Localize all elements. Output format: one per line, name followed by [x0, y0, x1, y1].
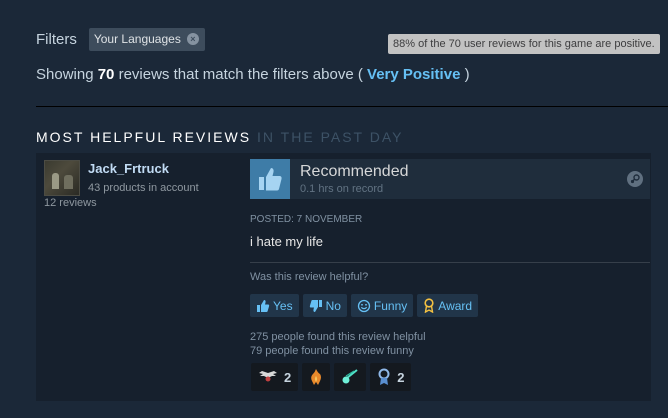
award-item[interactable]: 2 [251, 363, 299, 391]
recommendation-title: Recommended [300, 163, 409, 180]
section-title: MOST HELPFUL REVIEWS IN THE PAST DAY [36, 129, 403, 145]
vote-funny-label: Funny [373, 298, 408, 313]
thumbs-up-icon [257, 299, 270, 312]
summary-prefix: Showing [36, 66, 98, 83]
vote-funny-button[interactable]: Funny [350, 294, 414, 317]
review-count: 70 [97, 66, 115, 83]
divider [250, 262, 650, 263]
award-ribbon-icon [424, 298, 434, 313]
posted-date: POSTED: 7 NOVEMBER [250, 214, 363, 225]
section-title-main: MOST HELPFUL REVIEWS [36, 129, 252, 145]
award-button[interactable]: Award [417, 294, 479, 317]
award-label: Award [438, 298, 473, 313]
summary-suffix: ) [460, 66, 470, 83]
award-item[interactable]: 2 [370, 363, 412, 391]
section-title-period: IN THE PAST DAY [257, 129, 404, 145]
review-card: Jack_Frtruck 43 products in account 12 r… [36, 153, 651, 401]
recommendation-header[interactable]: Recommended 0.1 hrs on record [250, 159, 650, 199]
rating-label[interactable]: Very Positive [367, 66, 460, 83]
thumbs-up-icon [250, 159, 290, 199]
helpful-question: Was this review helpful? [250, 271, 369, 283]
winged-award-icon [259, 371, 277, 382]
helpful-stats: 275 people found this review helpful 79 … [250, 330, 426, 358]
filters-row: Filters Your Languages × [36, 27, 205, 51]
thumbs-down-icon [309, 299, 322, 312]
funny-count-text: 79 people found this review funny [250, 345, 414, 357]
author-products[interactable]: 43 products in account [88, 182, 199, 194]
review-text: i hate my life [250, 234, 323, 249]
hours-on-record: 0.1 hrs on record [300, 183, 384, 195]
filter-chip-label: Your Languages [93, 32, 181, 46]
author-reviews[interactable]: 12 reviews [44, 197, 97, 209]
steam-icon [627, 171, 643, 187]
award-count: 2 [284, 369, 292, 385]
filters-label: Filters [36, 30, 77, 48]
vote-no-button[interactable]: No [302, 294, 347, 317]
avatar-figure [52, 173, 59, 189]
helpful-count-text: 275 people found this review helpful [250, 331, 426, 343]
close-icon[interactable]: × [186, 33, 199, 45]
award-item[interactable] [302, 363, 331, 391]
ribbon-award-icon [378, 368, 390, 385]
summary-middle: reviews that match the filters above ( [114, 66, 368, 83]
avatar[interactable] [44, 160, 80, 196]
award-item[interactable] [334, 363, 367, 391]
author-name[interactable]: Jack_Frtruck [88, 161, 169, 176]
vote-yes-label: Yes [273, 298, 293, 313]
divider [36, 106, 668, 107]
rating-tooltip: 88% of the 70 user reviews for this game… [388, 34, 660, 54]
filter-chip-your-languages[interactable]: Your Languages × [88, 27, 205, 51]
comet-award-icon [342, 369, 358, 384]
fire-award-icon [311, 369, 322, 385]
avatar-figure [64, 175, 73, 189]
vote-no-label: No [325, 298, 341, 313]
award-list: 2 2 [251, 363, 412, 391]
award-count: 2 [397, 369, 405, 385]
vote-buttons: Yes No Funny Award [250, 294, 479, 317]
review-summary: Showing 70 reviews that match the filter… [36, 66, 470, 83]
vote-yes-button[interactable]: Yes [250, 294, 299, 317]
smiley-icon [357, 299, 371, 312]
